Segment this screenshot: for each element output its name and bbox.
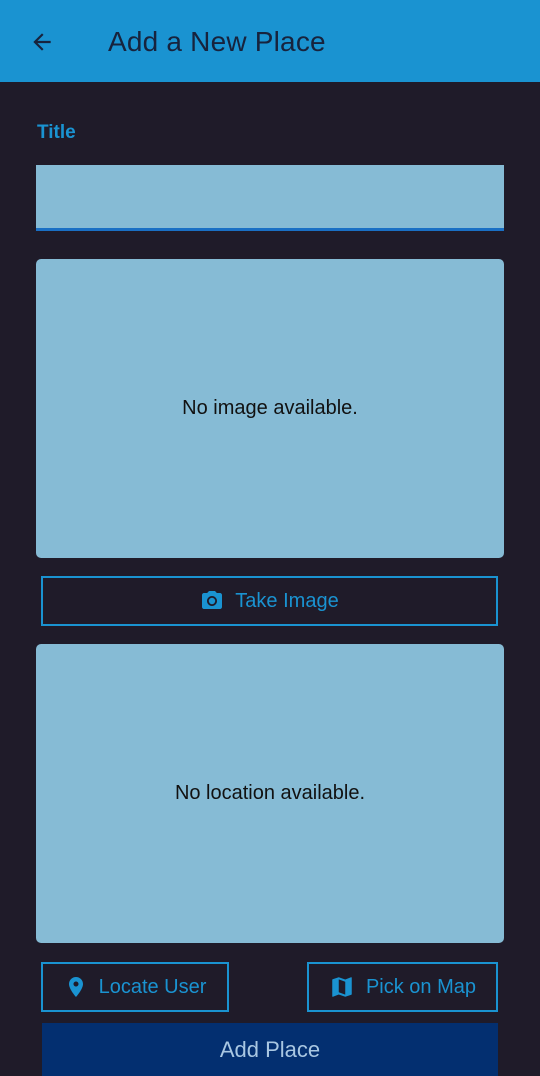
add-place-label: Add Place	[219, 1036, 321, 1062]
take-image-button[interactable]: Take Image	[41, 576, 498, 626]
location-pin-icon	[64, 975, 88, 999]
location-placeholder-text: No location available.	[174, 782, 366, 804]
locate-user-button[interactable]: Locate User	[41, 962, 229, 1012]
arrow-back-icon	[33, 33, 51, 51]
add-place-button[interactable]: Add Place	[42, 1023, 498, 1076]
back-button[interactable]	[22, 22, 62, 62]
title-field-label: Title	[37, 122, 76, 143]
app-bar: Add a New Place	[0, 0, 540, 82]
pick-on-map-label: Pick on Map	[365, 975, 477, 998]
page-title: Add a New Place	[108, 26, 326, 57]
pick-on-map-button[interactable]: Pick on Map	[307, 962, 498, 1012]
locate-user-label: Locate User	[98, 975, 207, 998]
location-preview: No location available.	[36, 644, 504, 943]
title-input[interactable]	[36, 165, 504, 231]
image-preview: No image available.	[36, 259, 504, 558]
image-placeholder-text: No image available.	[182, 397, 358, 419]
camera-icon	[200, 589, 224, 613]
map-icon	[329, 974, 355, 1000]
take-image-label: Take Image	[235, 589, 339, 612]
